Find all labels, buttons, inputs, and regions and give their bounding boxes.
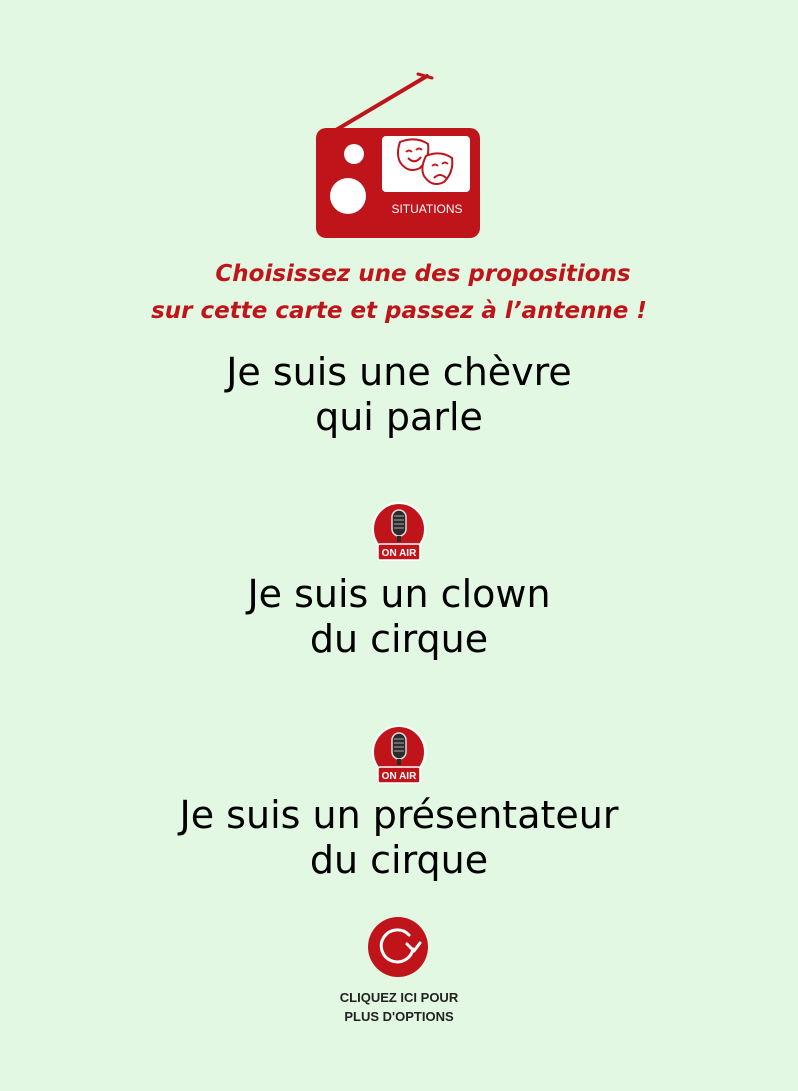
option-2: Je suis un clown du cirque [40,572,758,662]
option-3-line-2: du cirque [309,838,489,882]
option-2-line-1: Je suis un clown [247,572,551,616]
option-3-line-1: Je suis un présentateur [179,793,619,837]
option-3: Je suis un présentateur du cirque [40,793,758,883]
radio-logo-icon: SITUATIONS [316,72,480,238]
more-options-line-1: CLIQUEZ ICI POUR [339,990,459,1005]
on-air-badge: ON AIR [382,771,417,782]
instructions-text: Choisissez une des propositions sur cett… [60,256,738,330]
option-1-line-1: Je suis une chèvre [226,350,572,394]
instructions-line-2: sur cette carte et passez à l’antenne ! [151,298,647,324]
option-1: Je suis une chèvre qui parle [40,350,758,440]
option-2-line-2: du cirque [309,617,489,661]
microphone-on-air-icon: ON AIR [372,725,426,784]
refresh-button[interactable] [367,916,429,978]
microphone-on-air-icon: ON AIR [372,502,426,561]
more-options-line-2: PLUS D'OPTIONS [344,1009,454,1024]
more-options-link[interactable]: CLIQUEZ ICI POUR PLUS D'OPTIONS [300,988,498,1026]
option-1-line-2: qui parle [315,395,483,439]
logo-label: SITUATIONS [391,202,462,216]
instructions-line-1: Choisissez une des propositions [215,261,631,287]
on-air-badge: ON AIR [382,548,417,559]
